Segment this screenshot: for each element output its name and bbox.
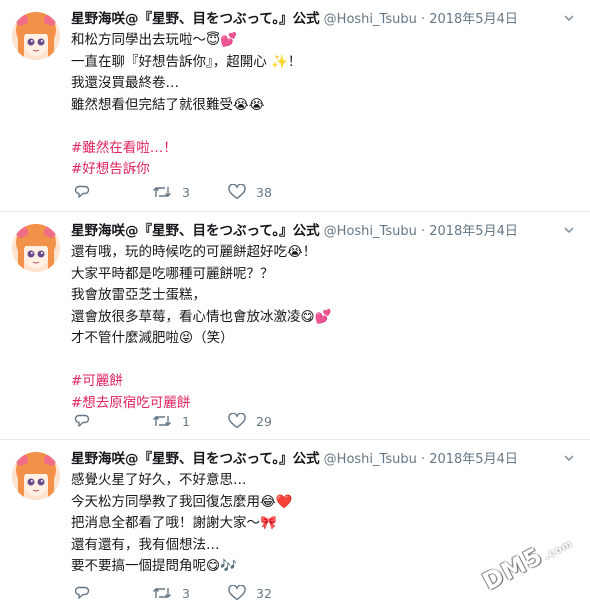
reply-button[interactable] [74,413,90,429]
reply-button[interactable] [74,585,90,601]
tweet-header: 星野海咲@『星野、目をつぶって。』公式 @Hoshi_Tsubu · 2018年5… [71,448,576,468]
like-count: 38 [256,184,272,200]
retweet-icon [153,187,171,197]
retweet-icon [153,588,171,598]
avatar[interactable] [12,224,60,272]
text-line: 才不管什麼減肥啦😝（笑） [71,330,234,346]
text-line: 和松方同學出去玩啦～😇💕 [71,32,237,48]
reply-icon [74,586,90,599]
tweet-text: 還有哦，玩的時候吃的可麗餅超好吃😭！ 大家平時都是吃哪種可麗餅呢？？ 我會放雷亞… [71,242,576,414]
text-line [71,350,576,372]
text-line: 我還沒買最終卷… [71,75,179,91]
retweet-button[interactable]: 3 [152,184,204,200]
text-line: 還有哦，玩的時候吃的可麗餅超好吃😭！ [71,244,317,260]
handle-and-date[interactable]: @Hoshi_Tsubu · 2018年5月4日 [324,224,518,239]
avatar[interactable] [12,12,60,60]
retweet-count: 3 [182,184,190,200]
text-line: 我會放雷亞芝士蛋糕， [71,287,206,303]
reply-button[interactable] [74,184,90,200]
text-line: 一直在聊『好想告訴你』，超開心 ✨！ [71,53,302,70]
like-button[interactable]: 32 [228,585,272,601]
tweet-actions: 3 32 [74,582,272,604]
chevron-down-icon[interactable] [562,11,576,25]
tweet-actions: 3 38 [74,181,272,203]
tweet-actions: 1 29 [74,410,272,432]
text-line: 感覺火星了好久，不好意思… [71,472,247,488]
heart-icon [228,413,246,429]
handle-and-date[interactable]: @Hoshi_Tsubu · 2018年5月4日 [324,452,518,467]
tweet-header: 星野海咲@『星野、目をつぶって。』公式 @Hoshi_Tsubu · 2018年5… [71,220,576,240]
like-count: 29 [256,413,272,429]
tweet-text: 和松方同學出去玩啦～😇💕 一直在聊『好想告訴你』，超開心 ✨！ 我還沒買最終卷…… [71,30,576,181]
text-line: 雖然想看但完結了就很難受😭😭 [71,96,265,113]
display-name[interactable]: 星野海咲@『星野、目をつぶって。』公式 [71,11,320,27]
text-line [71,116,576,138]
display-name[interactable]: 星野海咲@『星野、目をつぶって。』公式 [71,223,320,239]
reply-icon [74,414,90,427]
reply-icon [74,185,90,198]
tweet[interactable]: 星野海咲@『星野、目をつぶって。』公式 @Hoshi_Tsubu · 2018年5… [0,0,590,212]
text-line: 把消息全都看了哦！謝謝大家～🎀 [71,515,277,531]
text-line: 還有還有，我有個想法… [71,536,220,553]
retweet-button[interactable]: 3 [152,585,204,601]
chevron-down-icon[interactable] [562,451,576,465]
like-button[interactable]: 29 [228,413,272,429]
display-name[interactable]: 星野海咲@『星野、目をつぶって。』公式 [71,451,320,467]
text-line: 今天松方同學教了我回復怎麼用😂❤️ [71,493,293,510]
retweet-icon [153,416,171,426]
hashtag-link[interactable]: #可麗餅 [71,371,576,393]
heart-icon [228,585,246,601]
like-count: 32 [256,585,272,601]
hashtag-link[interactable]: #雖然在看啦…！ [71,138,576,160]
avatar[interactable] [12,452,60,500]
chevron-down-icon[interactable] [562,223,576,237]
handle-and-date[interactable]: @Hoshi_Tsubu · 2018年5月4日 [324,12,518,27]
text-line: 還會放很多草莓，看心情也會放冰激凌😋💕 [71,308,332,325]
tweet-header: 星野海咲@『星野、目をつぶって。』公式 @Hoshi_Tsubu · 2018年5… [71,8,576,28]
tweet[interactable]: 星野海咲@『星野、目をつぶって。』公式 @Hoshi_Tsubu · 2018年5… [0,212,590,440]
retweet-button[interactable]: 1 [152,413,204,429]
hashtag-link[interactable]: #好想告訴你 [71,159,576,181]
like-button[interactable]: 38 [228,184,272,200]
retweet-count: 3 [182,585,190,601]
heart-icon [228,184,246,200]
retweet-count: 1 [182,413,190,429]
text-line: 大家平時都是吃哪種可麗餅呢？？ [71,265,274,282]
